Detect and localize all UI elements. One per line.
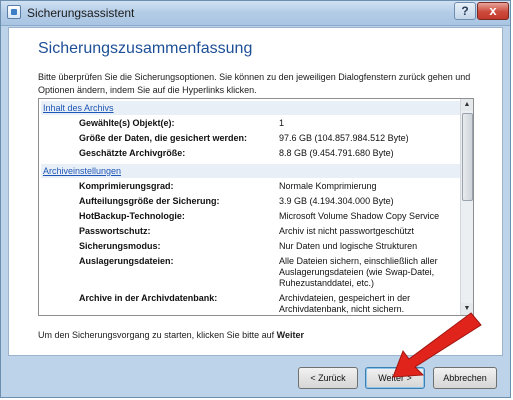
section-link-archive-content[interactable]: Inhalt des Archivs [41,101,461,115]
row-label: Größe der Daten, die gesichert werden: [79,133,248,143]
wizard-content: Sicherungszusammenfassung Bitte überprüf… [8,27,503,356]
row-value: Alle Dateien sichern, einschließlich all… [279,256,438,288]
app-icon [7,5,21,19]
scroll-thumb[interactable] [462,113,473,201]
close-button[interactable]: x [477,2,509,20]
footer-instruction: Um den Sicherungsvorgang zu starten, kli… [38,330,304,340]
footer-text: Um den Sicherungsvorgang zu starten, kli… [38,330,275,340]
window-title: Sicherungsassistent [27,6,135,20]
row-value: 8.8 GB (9.454.791.680 Byte) [279,148,394,158]
row-label: Gewählte(s) Objekt(e): [79,118,175,128]
scroll-up-icon[interactable]: ▲ [461,99,473,111]
row-value: Archiv ist nicht passwortgeschützt [279,226,415,236]
row-label: Archive in der Archivdatenbank: [79,293,218,303]
row-label: Sicherungsmodus: [79,241,161,251]
help-button[interactable]: ? [454,2,476,20]
row-value: Normale Komprimierung [279,181,377,191]
next-button[interactable]: Weiter > [365,367,425,389]
vertical-scrollbar[interactable]: ▲ ▼ [460,99,473,315]
row-label: Geschätzte Archivgröße: [79,148,186,158]
summary-list[interactable]: Inhalt des Archivs Gewählte(s) Objekt(e)… [38,98,474,316]
row-label: HotBackup-Technologie: [79,211,185,221]
row-label: Auslagerungsdateien: [79,256,174,266]
row-label: Aufteilungsgröße der Sicherung: [79,196,220,206]
summary-content: Inhalt des Archivs Gewählte(s) Objekt(e)… [39,99,461,315]
title-bar[interactable]: Sicherungsassistent ? x [1,1,510,26]
back-button[interactable]: < Zurück [298,367,358,389]
footer-bold-text: Weiter [276,330,304,340]
wizard-window: Sicherungsassistent ? x Sicherungszusamm… [0,0,511,398]
row-value: Archivdateien, gespeichert in der Archiv… [279,293,411,314]
intro-text: Bitte überprüfen Sie die Sicherungsoptio… [38,72,471,95]
scroll-down-icon[interactable]: ▼ [461,303,473,315]
row-label: Komprimierungsgrad: [79,181,174,191]
row-value: 3.9 GB (4.194.304.000 Byte) [279,196,394,206]
section-link-archive-settings[interactable]: Archiveinstellungen [41,164,461,178]
row-value: 97.6 GB (104.857.984.512 Byte) [279,133,409,143]
row-value: Microsoft Volume Shadow Copy Service [279,211,440,221]
cancel-button[interactable]: Abbrechen [433,367,497,389]
row-value: 1 [279,118,285,128]
page-title: Sicherungszusammenfassung [38,40,253,57]
row-value: Nur Daten und logische Strukturen [279,241,418,251]
row-label: Passwortschutz: [79,226,151,236]
